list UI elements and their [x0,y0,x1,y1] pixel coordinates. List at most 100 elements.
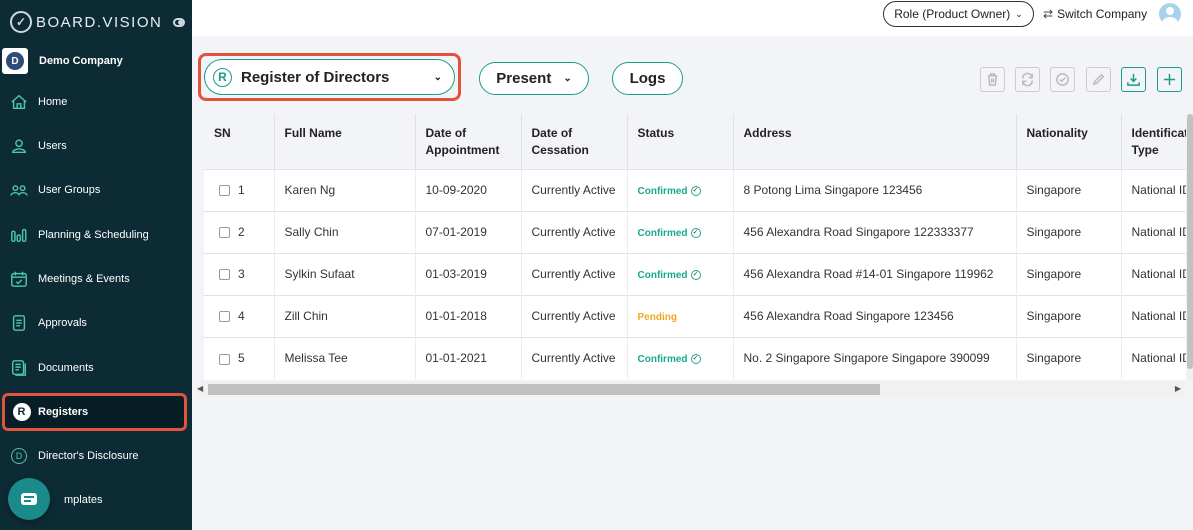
column-header-address[interactable]: Address [733,114,1017,169]
edit-button[interactable] [1086,67,1111,92]
vertical-scroll-thumb[interactable] [1187,114,1193,369]
cell-status: Pending [627,294,734,337]
chat-icon [21,493,37,505]
delete-button[interactable] [980,67,1005,92]
cell-full-name: Sylkin Sufaat [274,252,416,295]
cell-address: 8 Potong Lima Singapore 123456 [733,168,1017,211]
cell-full-name: Karen Ng [274,168,416,211]
table-row[interactable]: 2 Sally Chin 07-01-2019 Currently Active… [204,210,1193,253]
cell-date-of-appointment: 07-01-2019 [415,210,522,253]
status-badge: Pending [637,312,677,323]
cell-identification-type: National ID [1121,252,1193,295]
sidebar-item-label: Meetings & Events [38,273,130,285]
row-checkbox[interactable] [219,353,230,365]
role-label: Role (Product Owner) [894,7,1011,21]
approve-icon [1056,73,1069,86]
cell-address: No. 2 Singapore Singapore Singapore 3900… [733,336,1017,379]
user-group-icon [0,181,38,199]
company-avatar: D [2,48,28,74]
refresh-button[interactable] [1015,67,1040,92]
sidebar-item-label: Registers [38,406,89,418]
column-header-nationality[interactable]: Nationality [1016,114,1122,169]
sn-value: 4 [238,309,245,323]
cell-date-of-appointment: 10-09-2020 [415,168,522,211]
documents-icon [0,359,38,377]
register-type-select[interactable]: R Register of Directors ⌄ [204,59,455,95]
register-type-dropdown[interactable]: R Register of Directors ⌄ [198,53,461,101]
scroll-left-icon[interactable]: ◀ [197,384,203,393]
vertical-scrollbar[interactable] [1186,114,1193,380]
swap-icon: ⇄ [1043,7,1054,21]
status-badge: Confirmed [637,270,688,281]
scroll-right-icon[interactable]: ▶ [1175,384,1181,393]
cell-full-name: Melissa Tee [274,336,416,379]
sidebar-item-planning[interactable]: Planning & Scheduling [0,217,192,253]
sidebar-item-label: Documents [38,362,94,374]
logs-button[interactable]: Logs [612,62,683,95]
user-icon [0,137,38,155]
cell-status: Confirmed ✓ [627,210,734,253]
sidebar-item-directors-disclosure[interactable]: D Director's Disclosure [0,438,192,474]
cell-date-of-cessation: Currently Active [521,336,628,379]
sidebar-item-label: Users [38,140,67,152]
cell-identification-type: National ID [1121,294,1193,337]
column-header-date-of-appointment[interactable]: Date of Appointment [415,114,522,169]
cell-full-name: Sally Chin [274,210,416,253]
chevron-down-icon: ⌄ [1015,8,1023,19]
row-checkbox[interactable] [219,269,230,281]
chat-button[interactable] [8,478,50,520]
sidebar-item-label: User Groups [38,184,101,196]
table-row[interactable]: 3 Sylkin Sufaat 01-03-2019 Currently Act… [204,252,1193,295]
cell-date-of-cessation: Currently Active [521,252,628,295]
chevron-down-icon: ⌄ [563,73,572,84]
cell-date-of-cessation: Currently Active [521,294,628,337]
directors-table: SN Full Name Date of Appointment Date of… [204,114,1193,380]
role-dropdown[interactable]: Role (Product Owner) ⌄ [883,1,1034,27]
cell-date-of-cessation: Currently Active [521,210,628,253]
sidebar-item-home[interactable]: Home [0,84,192,120]
present-dropdown[interactable]: Present ⌄ [479,62,589,95]
registers-badge: R [12,403,31,421]
table-row[interactable]: 1 Karen Ng 10-09-2020 Currently Active C… [204,168,1193,211]
sidebar-item-users[interactable]: Users [0,128,192,164]
company-name: Demo Company [39,55,123,67]
sidebar-item-approvals[interactable]: Approvals [0,305,192,341]
column-header-identification-type[interactable]: Identificat Type [1121,114,1193,169]
horizontal-scroll-thumb[interactable] [208,384,880,395]
switch-company-label: Switch Company [1057,7,1148,21]
column-header-sn[interactable]: SN [204,114,275,169]
cell-address: 456 Alexandra Road #14-01 Singapore 1199… [733,252,1017,295]
sn-value: 3 [238,267,245,281]
cell-sn: 1 [204,168,275,211]
row-checkbox[interactable] [219,311,230,323]
approve-button[interactable] [1050,67,1075,92]
sidebar-item-registers[interactable]: R Registers [2,393,187,431]
row-checkbox[interactable] [219,185,230,197]
status-badge: Confirmed [637,228,688,239]
column-header-full-name[interactable]: Full Name [274,114,416,169]
column-header-date-of-cessation[interactable]: Date of Cessation [521,114,628,169]
cell-status: Confirmed ✓ [627,336,734,379]
sidebar-item-meetings[interactable]: Meetings & Events [0,261,192,297]
home-icon [0,93,38,111]
cell-identification-type: National ID [1121,336,1193,379]
horizontal-scrollbar[interactable]: ◀ ▶ [196,381,1185,397]
sidebar: ✓ BOARD.VISION D Demo Company Home Users… [0,0,192,530]
user-avatar[interactable] [1159,3,1181,25]
table-row[interactable]: 4 Zill Chin 01-01-2018 Currently Active … [204,294,1193,337]
sidebar-item-documents[interactable]: Documents [0,350,192,386]
cell-status: Confirmed ✓ [627,252,734,295]
column-header-status[interactable]: Status [627,114,734,169]
table-row[interactable]: 5 Melissa Tee 01-01-2021 Currently Activ… [204,336,1193,379]
cell-sn: 4 [204,294,275,337]
company-selector[interactable]: D Demo Company [0,46,192,76]
row-checkbox[interactable] [219,227,230,239]
check-circle-icon: ✓ [690,269,701,280]
sidebar-item-user-groups[interactable]: User Groups [0,172,192,208]
sidebar-toggle-icon[interactable] [173,17,185,27]
sidebar-item-label: Approvals [38,317,87,329]
add-button[interactable] [1157,67,1182,92]
download-button[interactable] [1121,67,1146,92]
cell-date-of-appointment: 01-03-2019 [415,252,522,295]
switch-company-button[interactable]: ⇄ Switch Company [1043,5,1147,23]
